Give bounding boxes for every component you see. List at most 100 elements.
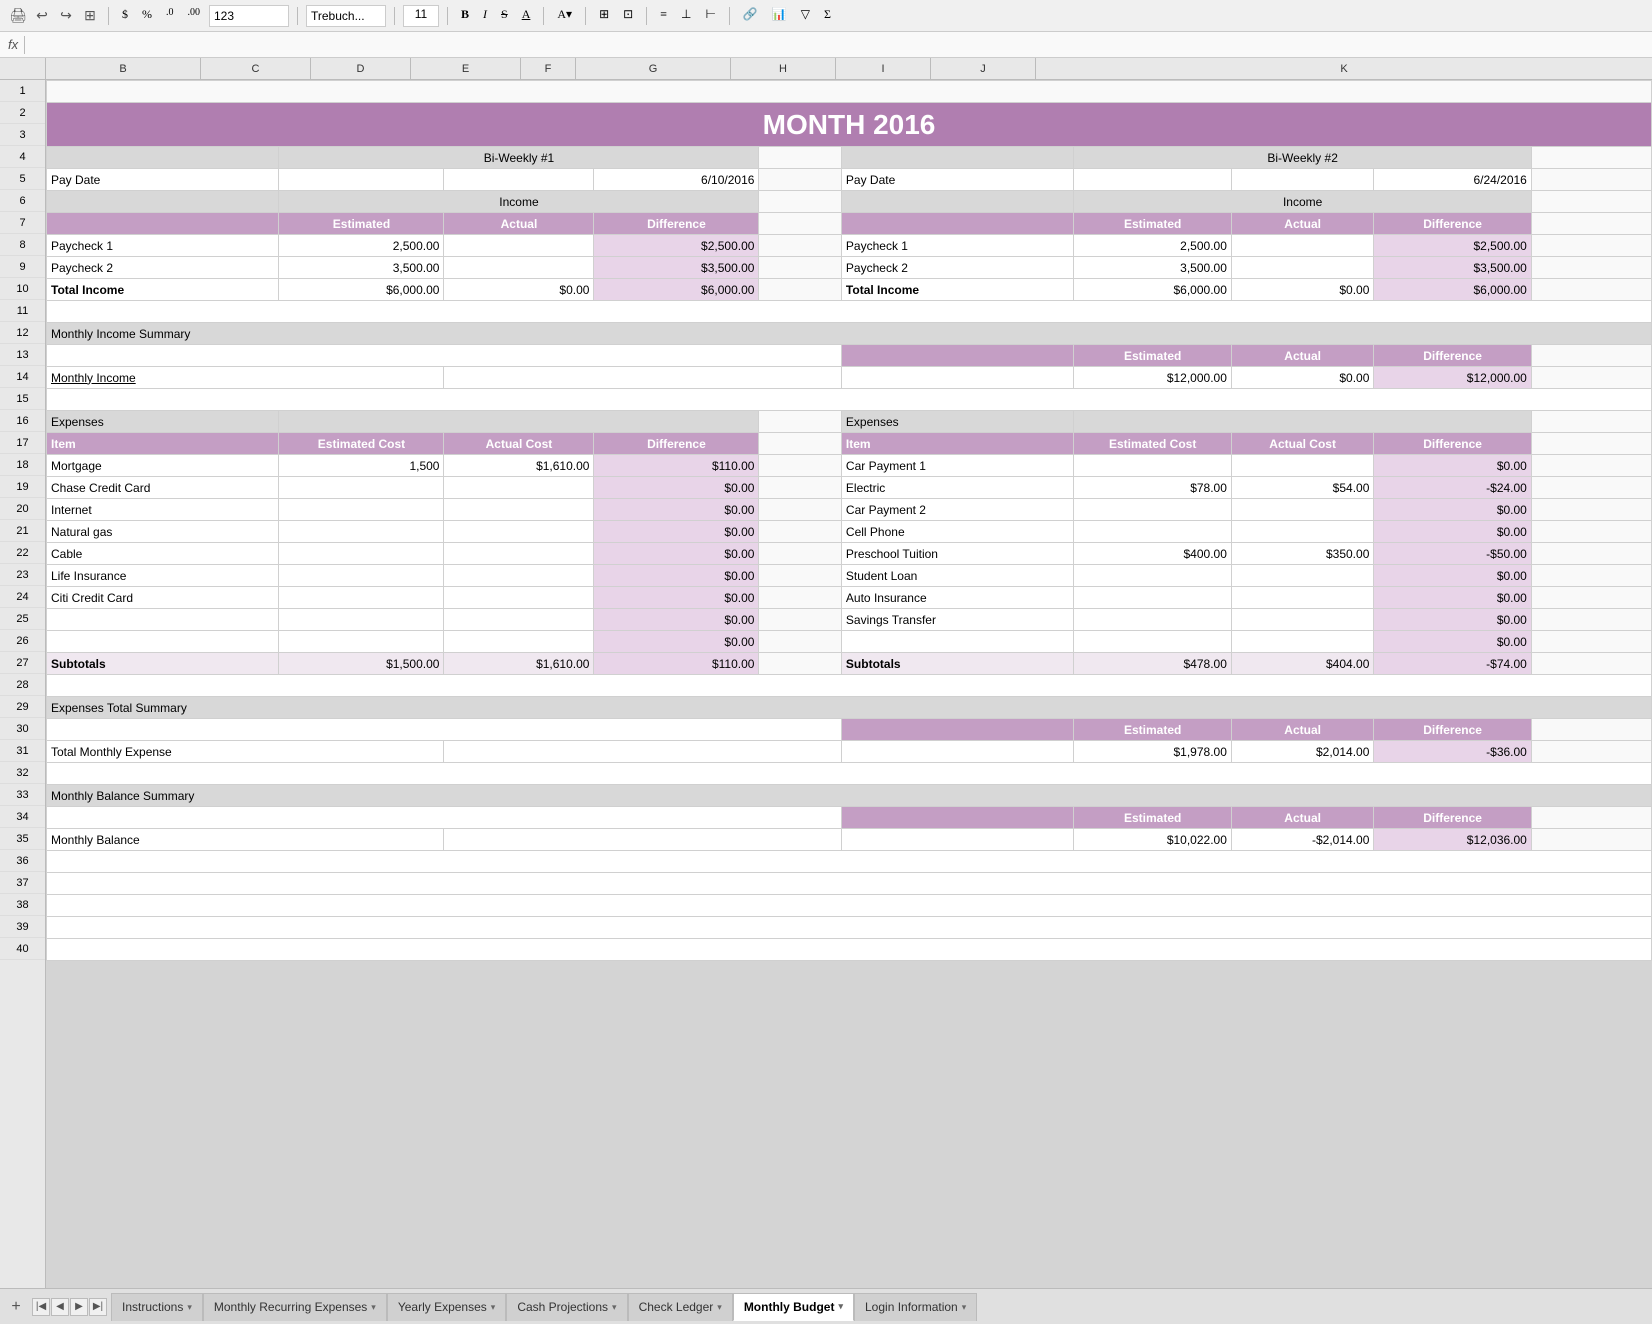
subtotals-row: Subtotals $1,500.00 $1,610.00 $110.00 Su… — [47, 653, 1652, 675]
r25-diff2: $0.00 — [1374, 609, 1531, 631]
align-left-btn[interactable]: ≡ — [655, 5, 672, 27]
print-icon[interactable]: 🖨 — [8, 6, 28, 26]
tab-login-information-arrow: ▾ — [962, 1302, 967, 1313]
sub2-label: Subtotals — [841, 653, 1073, 675]
income2-label: Income — [1074, 191, 1531, 213]
r23-item2: Student Loan — [841, 565, 1073, 587]
table-row — [47, 873, 1652, 895]
summary-blank — [47, 345, 842, 367]
income1-label: Income — [279, 191, 759, 213]
r21-est2 — [1074, 521, 1231, 543]
tab-instructions-arrow: ▾ — [187, 1302, 192, 1313]
r19-act1 — [444, 477, 594, 499]
fill-color-btn[interactable]: A▾ — [552, 5, 577, 27]
gap-k18 — [1531, 455, 1651, 477]
format-paintbrush-icon[interactable]: ⊞ — [80, 6, 100, 26]
chart-btn[interactable]: 📊 — [767, 5, 792, 27]
merge-btn[interactable]: ⊡ — [618, 5, 638, 27]
actual-header1: Actual — [444, 213, 594, 235]
underline-btn[interactable]: A — [517, 5, 536, 27]
monthly-balance-summary-label: Monthly Balance Summary — [47, 785, 1652, 807]
strikethrough-btn[interactable]: S — [496, 5, 513, 27]
tab-bar: + |◀ ◀ ▶ ▶| Instructions ▾ Monthly Recur… — [0, 1288, 1652, 1324]
gap-f16 — [759, 411, 841, 433]
borders-btn[interactable]: ⊞ — [594, 5, 614, 27]
paycheck1-1-diff: $2,500.00 — [594, 235, 759, 257]
col-header-g[interactable]: G — [576, 58, 731, 79]
r24-est2 — [1074, 587, 1231, 609]
gap-f23 — [759, 565, 841, 587]
align-right-btn[interactable]: ⊢ — [700, 5, 720, 27]
r23-act2 — [1231, 565, 1373, 587]
biweekly2-header-label — [841, 147, 1073, 169]
col-header-d[interactable]: D — [311, 58, 411, 79]
tab-monthly-budget[interactable]: Monthly Budget ▾ — [733, 1293, 854, 1321]
font-size-input[interactable]: 11 — [403, 5, 439, 27]
r22-diff1: $0.00 — [594, 543, 759, 565]
tab-check-ledger[interactable]: Check Ledger ▾ — [628, 1293, 733, 1321]
gap-f27 — [759, 653, 841, 675]
tab-monthly-recurring[interactable]: Monthly Recurring Expenses ▾ — [203, 1293, 387, 1321]
monthly-income-summary-label: Monthly Income Summary — [47, 323, 1652, 345]
link-btn[interactable]: 🔗 — [738, 5, 763, 27]
tab-cash-projections[interactable]: Cash Projections ▾ — [506, 1293, 627, 1321]
sub1-diff: $110.00 — [594, 653, 759, 675]
currency-btn[interactable]: $ — [117, 5, 133, 27]
gap-f20 — [759, 499, 841, 521]
tab-nav-prev[interactable]: ◀ — [51, 1298, 69, 1316]
paydate1-label: Pay Date — [47, 169, 279, 191]
paycheck1-row: Paycheck 1 2,500.00 $2,500.00 Paycheck 1… — [47, 235, 1652, 257]
tab-nav-first[interactable]: |◀ — [32, 1298, 50, 1316]
gap-f19 — [759, 477, 841, 499]
exp-item-h1: Item — [47, 433, 279, 455]
r22-item2: Preschool Tuition — [841, 543, 1073, 565]
col-header-k[interactable]: K — [1036, 58, 1652, 79]
col-header-f[interactable]: F — [521, 58, 576, 79]
table-row — [47, 895, 1652, 917]
undo-icon[interactable]: ↩ — [32, 6, 52, 26]
decimal1-btn[interactable]: .0 — [161, 5, 179, 27]
add-sheet-btn[interactable]: + — [4, 1295, 28, 1319]
italic-btn[interactable]: I — [478, 5, 492, 27]
col-header-c[interactable]: C — [201, 58, 311, 79]
bal-g — [841, 807, 1073, 829]
table-row — [47, 851, 1652, 873]
expense-row-20: Internet $0.00 Car Payment 2 $0.00 — [47, 499, 1652, 521]
gap-k16 — [1531, 411, 1651, 433]
col-header-e[interactable]: E — [411, 58, 521, 79]
tab-login-information[interactable]: Login Information ▾ — [854, 1293, 977, 1321]
gap-k8 — [1531, 235, 1651, 257]
expense-col-headers: Item Estimated Cost Actual Cost Differen… — [47, 433, 1652, 455]
mi-diff: $12,000.00 — [1374, 367, 1531, 389]
align-mid-btn[interactable]: ⊥ — [676, 5, 696, 27]
tab-instructions[interactable]: Instructions ▾ — [111, 1293, 203, 1321]
tab-nav-last[interactable]: ▶| — [89, 1298, 107, 1316]
r24-act1 — [444, 587, 594, 609]
col-header-j[interactable]: J — [931, 58, 1036, 79]
col-header-i[interactable]: I — [836, 58, 931, 79]
income1-blank — [47, 191, 279, 213]
toolbar: 🖨 ↩ ↪ ⊞ $ % .0 .00 123 Trebuch... 11 B I… — [0, 0, 1652, 32]
tab-nav-next[interactable]: ▶ — [70, 1298, 88, 1316]
font-selector[interactable]: Trebuch... — [306, 5, 386, 27]
col-header-h[interactable]: H — [731, 58, 836, 79]
r20-act1 — [444, 499, 594, 521]
sigma-btn[interactable]: Σ — [819, 5, 836, 27]
bold-btn[interactable]: B — [456, 5, 474, 27]
redo-icon[interactable]: ↪ — [56, 6, 76, 26]
exp-total-summary-label: Expenses Total Summary — [47, 697, 1652, 719]
balance-blank — [47, 807, 842, 829]
filter-btn[interactable]: ▽ — [796, 5, 815, 27]
r21-diff2: $0.00 — [1374, 521, 1531, 543]
summary-diff-header: Difference — [1374, 345, 1531, 367]
item-header2 — [841, 213, 1073, 235]
total1-diff: $6,000.00 — [594, 279, 759, 301]
diff-header1: Difference — [594, 213, 759, 235]
decimal2-btn[interactable]: .00 — [183, 5, 206, 27]
estimated-header2: Estimated — [1074, 213, 1231, 235]
col-header-b[interactable]: B — [46, 58, 201, 79]
percent-btn[interactable]: % — [137, 5, 157, 27]
formula-input[interactable] — [31, 38, 1644, 52]
gap-k5 — [1531, 169, 1651, 191]
tab-yearly-expenses[interactable]: Yearly Expenses ▾ — [387, 1293, 506, 1321]
